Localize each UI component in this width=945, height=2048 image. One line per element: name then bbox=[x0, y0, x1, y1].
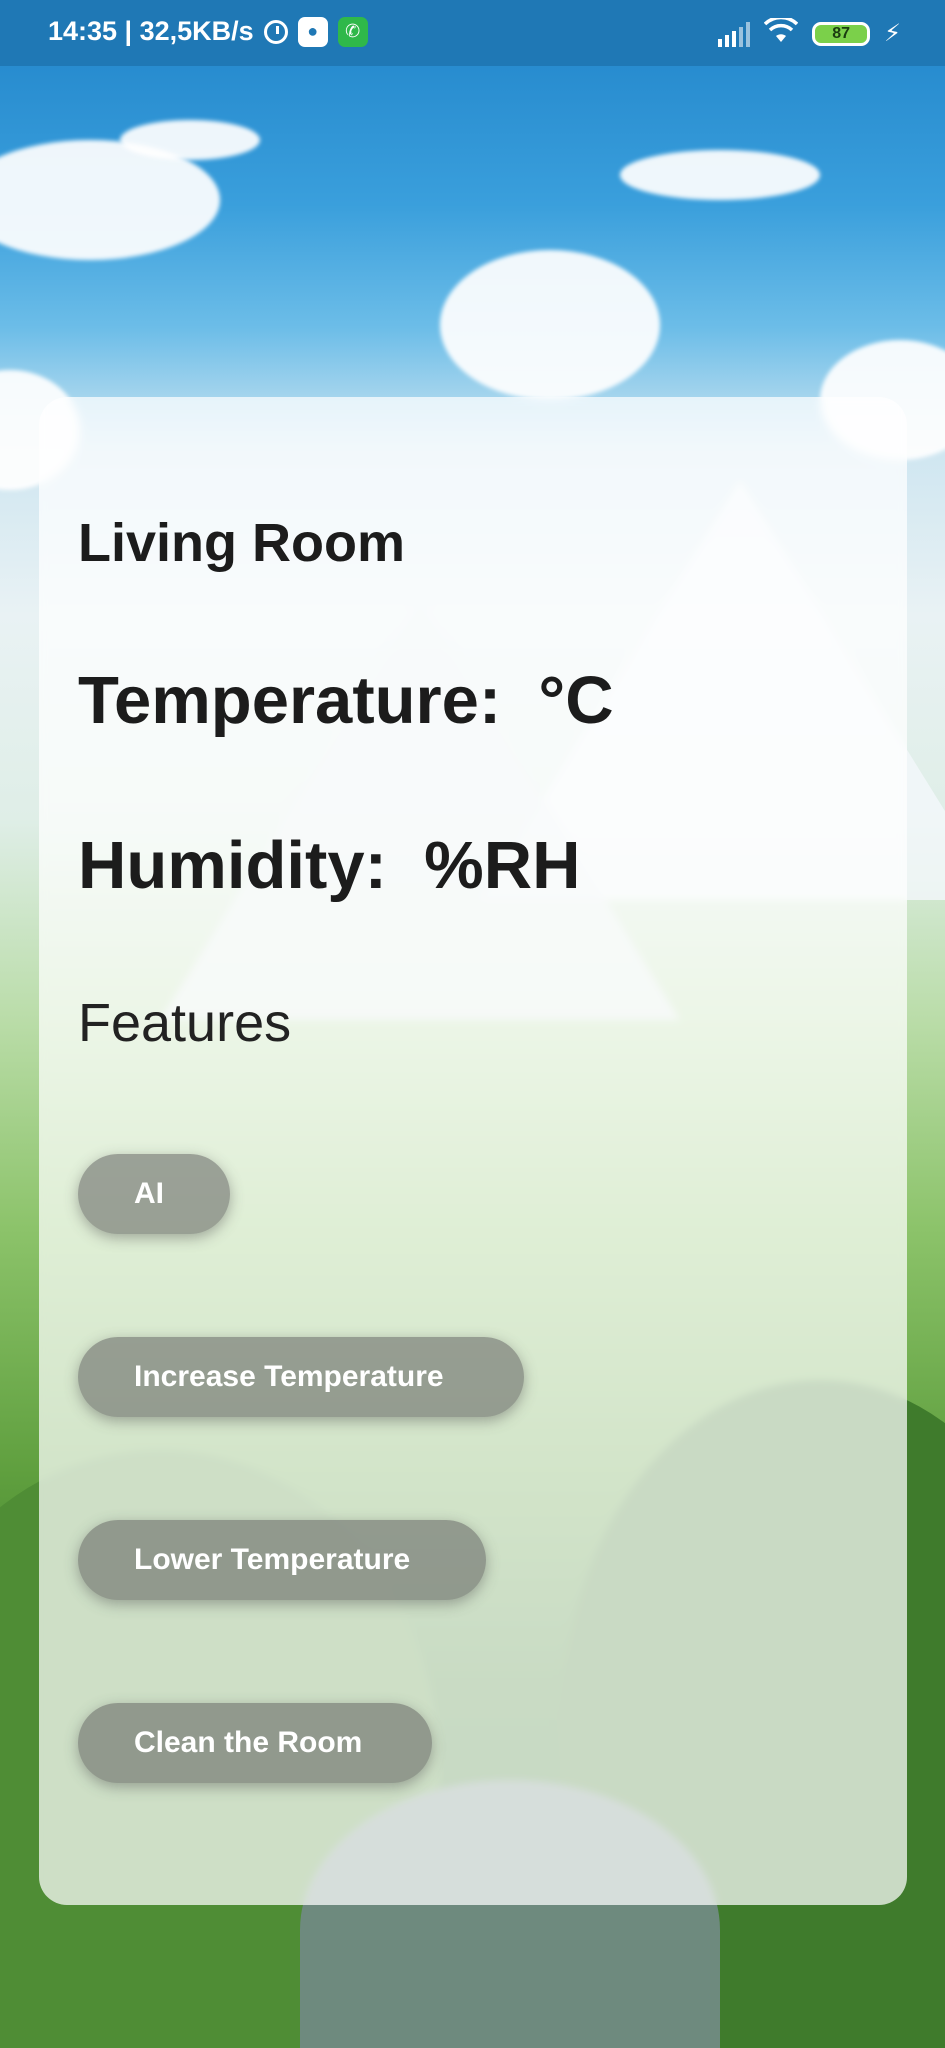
temperature-readout: Temperature: °C bbox=[78, 663, 614, 738]
clean-room-button[interactable]: Clean the Room bbox=[78, 1703, 432, 1783]
whatsapp-icon: ✆ bbox=[337, 16, 368, 47]
wifi-icon bbox=[763, 15, 799, 49]
charging-icon: ⚡ bbox=[884, 20, 901, 47]
status-bar: 14:35 | 32,5KB/s ● ✆ 87 ⚡ bbox=[0, 0, 945, 66]
ai-button[interactable]: AI bbox=[78, 1154, 230, 1234]
signal-icon bbox=[718, 21, 751, 47]
increase-temperature-button[interactable]: Increase Temperature bbox=[78, 1337, 524, 1417]
alarm-icon bbox=[263, 19, 288, 44]
battery-icon: 87 bbox=[812, 21, 871, 46]
app-screen: 14:35 | 32,5KB/s ● ✆ 87 ⚡ Living Room Te… bbox=[0, 0, 945, 2048]
status-time-speed: 14:35 | 32,5KB/s bbox=[48, 16, 254, 46]
status-left: 14:35 | 32,5KB/s ● ✆ bbox=[48, 16, 368, 47]
room-card: Living Room Temperature: °C Humidity: %R… bbox=[39, 397, 907, 1905]
room-title: Living Room bbox=[78, 513, 405, 573]
message-icon: ● bbox=[297, 16, 328, 47]
status-right: 87 ⚡ bbox=[718, 15, 901, 49]
features-heading: Features bbox=[78, 993, 292, 1053]
lower-temperature-button[interactable]: Lower Temperature bbox=[78, 1520, 486, 1600]
humidity-readout: Humidity: %RH bbox=[78, 828, 581, 903]
